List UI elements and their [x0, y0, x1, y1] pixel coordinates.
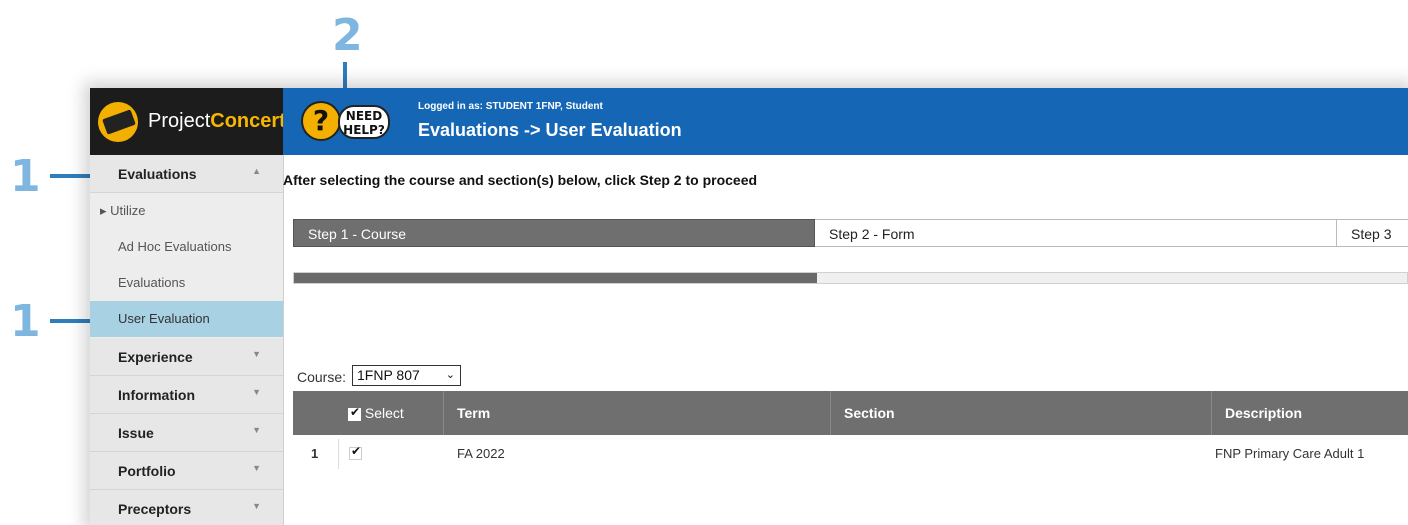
sidebar-section-label: Experience: [118, 349, 193, 365]
sidebar: Evaluations ▲ ▸ Utilize Ad Hoc Evaluatio…: [90, 155, 284, 525]
sidebar-item-label: ▸ Utilize: [100, 203, 146, 218]
sidebar-section-label: Portfolio: [118, 463, 176, 479]
column-divider: [830, 391, 831, 435]
step-1-course[interactable]: Step 1 - Course: [293, 219, 815, 247]
sidebar-item-user-evaluation[interactable]: User Evaluation: [90, 301, 283, 337]
step-3[interactable]: Step 3: [1337, 219, 1408, 247]
sidebar-item-evaluations[interactable]: Evaluations: [90, 265, 283, 301]
row-divider: [338, 439, 339, 469]
sidebar-section-evaluations[interactable]: Evaluations ▲: [90, 155, 283, 193]
chevron-up-icon: ▲: [252, 166, 261, 176]
callout-arrow-right-evaluations: [50, 167, 107, 185]
need-help-line1: NEED: [345, 109, 383, 123]
progress-bar-fill: [294, 273, 817, 283]
sidebar-item-label: Ad Hoc Evaluations: [118, 239, 232, 254]
table-header: ✔ Select Term Section Description: [293, 391, 1408, 435]
help-question-icon[interactable]: ?: [301, 101, 341, 141]
sidebar-item-label: Evaluations: [118, 275, 186, 290]
wizard-steps: Step 1 - Course Step 2 - Form Step 3: [293, 219, 1408, 249]
sidebar-section-label: Evaluations: [118, 166, 197, 182]
logged-in-as: Logged in as: STUDENT 1FNP, Student: [418, 101, 603, 112]
term-header[interactable]: Term: [457, 391, 490, 435]
sidebar-item-ad-hoc-evaluations[interactable]: Ad Hoc Evaluations: [90, 229, 283, 265]
chevron-down-icon: ▼: [252, 501, 261, 511]
callout-number-2: 2: [332, 10, 363, 61]
chevron-down-icon: ⌄: [445, 369, 455, 381]
sidebar-section-experience[interactable]: Experience ▼: [90, 338, 283, 376]
app-window: ProjectConcert ? NEED HELP? Logged in as…: [90, 88, 1408, 525]
row-term: FA 2022: [457, 446, 505, 461]
top-bar: ? NEED HELP? Logged in as: STUDENT 1FNP,…: [283, 88, 1408, 155]
select-all-checkbox[interactable]: ✔: [348, 406, 361, 421]
sidebar-section-portfolio[interactable]: Portfolio ▼: [90, 452, 283, 490]
chevron-down-icon: ▼: [252, 387, 261, 397]
section-header[interactable]: Section: [844, 391, 895, 435]
row-number: 1: [311, 446, 319, 461]
course-label: Course:: [297, 369, 347, 385]
description-header[interactable]: Description: [1225, 391, 1302, 435]
logo-text: ProjectConcert: [148, 110, 286, 132]
course-select-value: 1FNP 807: [357, 367, 420, 383]
sidebar-section-preceptors[interactable]: Preceptors ▼: [90, 490, 283, 525]
page-title: Evaluations -> User Evaluation: [418, 120, 682, 140]
chevron-down-icon: ▼: [252, 463, 261, 473]
progress-bar: [293, 272, 1408, 284]
table-row[interactable]: 1 ✔ FA 2022 FNP Primary Care Adult 1: [293, 439, 1408, 469]
main-content: After selecting the course and section(s…: [283, 155, 1408, 525]
sidebar-section-label: Preceptors: [118, 501, 192, 517]
need-help-line2: HELP?: [343, 123, 385, 137]
sidebar-section-label: Issue: [118, 425, 154, 441]
callout-number-1-evaluations: 1: [10, 151, 41, 202]
sidebar-section-label: Information: [118, 387, 195, 403]
sidebar-item-label: User Evaluation: [118, 311, 210, 326]
sidebar-section-information[interactable]: Information ▼: [90, 376, 283, 414]
callout-number-1-user-evaluation: 1: [10, 296, 41, 347]
sidebar-item-utilize[interactable]: ▸ Utilize: [90, 193, 283, 229]
step-2-form[interactable]: Step 2 - Form: [815, 219, 1337, 247]
column-divider: [1211, 391, 1212, 435]
row-select-checkbox[interactable]: ✔: [349, 445, 362, 460]
select-header-label: Select: [364, 405, 404, 421]
need-help-button[interactable]: NEED HELP?: [338, 105, 390, 139]
course-select[interactable]: 1FNP 807 ⌄: [352, 365, 461, 386]
select-all-header[interactable]: ✔ Select: [348, 391, 404, 435]
chevron-down-icon: ▼: [252, 349, 261, 359]
logo[interactable]: ProjectConcert: [90, 88, 286, 155]
row-description: FNP Primary Care Adult 1: [1215, 446, 1365, 461]
callout-arrow-right-user-evaluation: [50, 312, 107, 330]
column-divider: [443, 391, 444, 435]
chevron-down-icon: ▼: [252, 425, 261, 435]
instruction-text: After selecting the course and section(s…: [283, 172, 758, 188]
sidebar-section-issue[interactable]: Issue ▼: [90, 414, 283, 452]
